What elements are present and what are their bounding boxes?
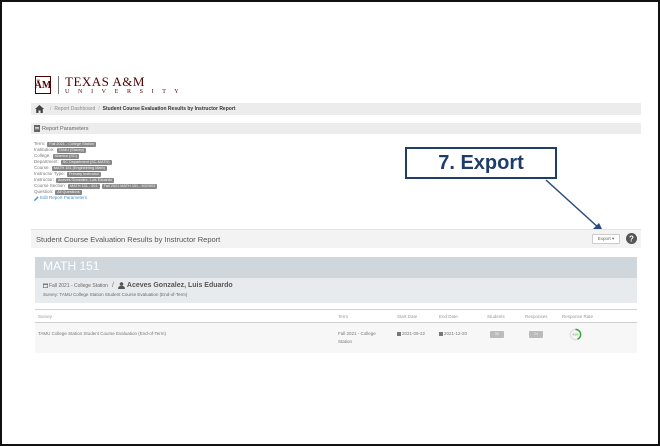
course-code: MATH 151 — [43, 259, 100, 273]
param-value-chip: Fall 2021 MATH 151 - 502/503 — [101, 183, 158, 189]
breadcrumb-separator: / — [50, 106, 52, 112]
course-details: Fall 2021 - College Station / Aceves Gon… — [35, 278, 637, 303]
course-term: Fall 2021 - College Station — [49, 282, 108, 289]
brand-name: TEXAS A&M — [65, 74, 145, 89]
report-parameters-header[interactable]: Report Parameters — [31, 123, 641, 134]
svg-text:?: ? — [629, 234, 634, 243]
course-instructor: Aceves Gonzalez, Luis Eduardo — [126, 282, 233, 289]
param-value-chip: Science (SC) — [52, 153, 79, 159]
survey-table: Survey Term Start Date End Date Students… — [35, 309, 637, 353]
row-start-date: 2021-09-22 — [397, 331, 425, 336]
course-term-instructor: Fall 2021 - College Station / Aceves Gon… — [43, 282, 233, 289]
export-callout: 7. Export — [405, 147, 557, 179]
report-parameters-title: Report Parameters — [42, 125, 89, 132]
report-parameters-list: Term: Fall 2021 - College Station Institu… — [34, 141, 158, 201]
row-term-line2: Station — [338, 339, 353, 344]
course-survey: Survey: TAMU College Station Student Cou… — [43, 292, 188, 297]
param-value-chip: Aceves Gonzalez, Luis Eduardo — [56, 177, 115, 183]
course-header: MATH 151 — [35, 257, 637, 278]
param-value-chip: Primary Instructor — [66, 171, 101, 177]
breadcrumb: / Report Dashboard / Student Course Eval… — [31, 103, 641, 115]
table-header: Survey Term Start Date End Date Students… — [35, 309, 637, 323]
document-icon — [34, 125, 40, 132]
col-students[interactable]: Students — [487, 314, 505, 319]
response-rate-value: 43% — [573, 333, 579, 337]
col-response-rate[interactable]: Response Rate — [562, 314, 593, 319]
breadcrumb-dashboard-link[interactable]: Report Dashboard — [54, 106, 95, 112]
col-term[interactable]: Term — [338, 314, 348, 319]
breadcrumb-current: Student Course Evaluation Results by Ins… — [102, 106, 236, 112]
breadcrumb-separator: / — [98, 106, 100, 112]
tam-logo-icon: ĀM — [35, 76, 51, 94]
param-value-chip: MATH 151 (Engineering Math) — [51, 165, 107, 171]
calendar-icon — [397, 331, 401, 336]
pencil-icon — [34, 195, 39, 201]
param-value-chip: Fall 2021 - College Station — [47, 141, 96, 147]
row-start-date-value: 2021-09-22 — [402, 331, 426, 336]
brand-subtitle: U N I V E R S I T Y — [65, 89, 183, 95]
param-value-chip: All Questions — [55, 189, 82, 195]
edit-report-parameters-label: Edit Report Parameters — [40, 195, 88, 200]
report-title-bar: Student Course Evaluation Results by Ins… — [31, 229, 641, 248]
user-icon — [117, 282, 125, 289]
edit-report-parameters-link[interactable]: Edit Report Parameters — [34, 195, 157, 201]
students-count-badge[interactable]: 56 — [490, 331, 504, 338]
brand-divider — [58, 76, 59, 94]
param-value-chip: SC Department (SC-MATH) — [60, 159, 112, 165]
param-value-chip: MATH 151 - 501 — [68, 183, 100, 189]
calendar-icon — [439, 331, 443, 336]
help-icon[interactable]: ? — [626, 233, 637, 244]
brand-text: TEXAS A&M U N I V E R S I T Y — [65, 75, 182, 95]
callout-arrow — [545, 179, 604, 233]
row-end-date-value: 2021-12-20 — [444, 331, 468, 336]
term-instructor-separator: / — [111, 282, 114, 289]
brand-header[interactable]: ĀM TEXAS A&M U N I V E R S I T Y — [35, 74, 182, 96]
param-value-chip: TAMU (Stacey) — [56, 147, 87, 153]
row-survey: TAMU College Station Student Course Eval… — [38, 331, 166, 336]
export-button[interactable]: Export ▾ — [592, 234, 620, 244]
table-row: TAMU College Station Student Course Eval… — [35, 323, 637, 353]
response-rate-ring: 43% — [569, 328, 582, 341]
responses-count-badge[interactable]: 24 — [529, 331, 543, 338]
col-responses[interactable]: Responses — [525, 314, 548, 319]
col-start-date[interactable]: Start Date — [397, 314, 417, 319]
export-callout-label: 7. Export — [438, 151, 524, 174]
page: ĀM TEXAS A&M U N I V E R S I T Y / Repor… — [2, 2, 658, 444]
calendar-icon — [43, 283, 48, 288]
home-icon[interactable] — [35, 103, 47, 115]
row-term-line1: Fall 2021 - College — [338, 331, 376, 336]
report-title: Student Course Evaluation Results by Ins… — [36, 234, 221, 244]
row-end-date: 2021-12-20 — [439, 331, 467, 336]
col-survey[interactable]: Survey — [38, 314, 52, 319]
col-end-date[interactable]: End Date — [439, 314, 458, 319]
